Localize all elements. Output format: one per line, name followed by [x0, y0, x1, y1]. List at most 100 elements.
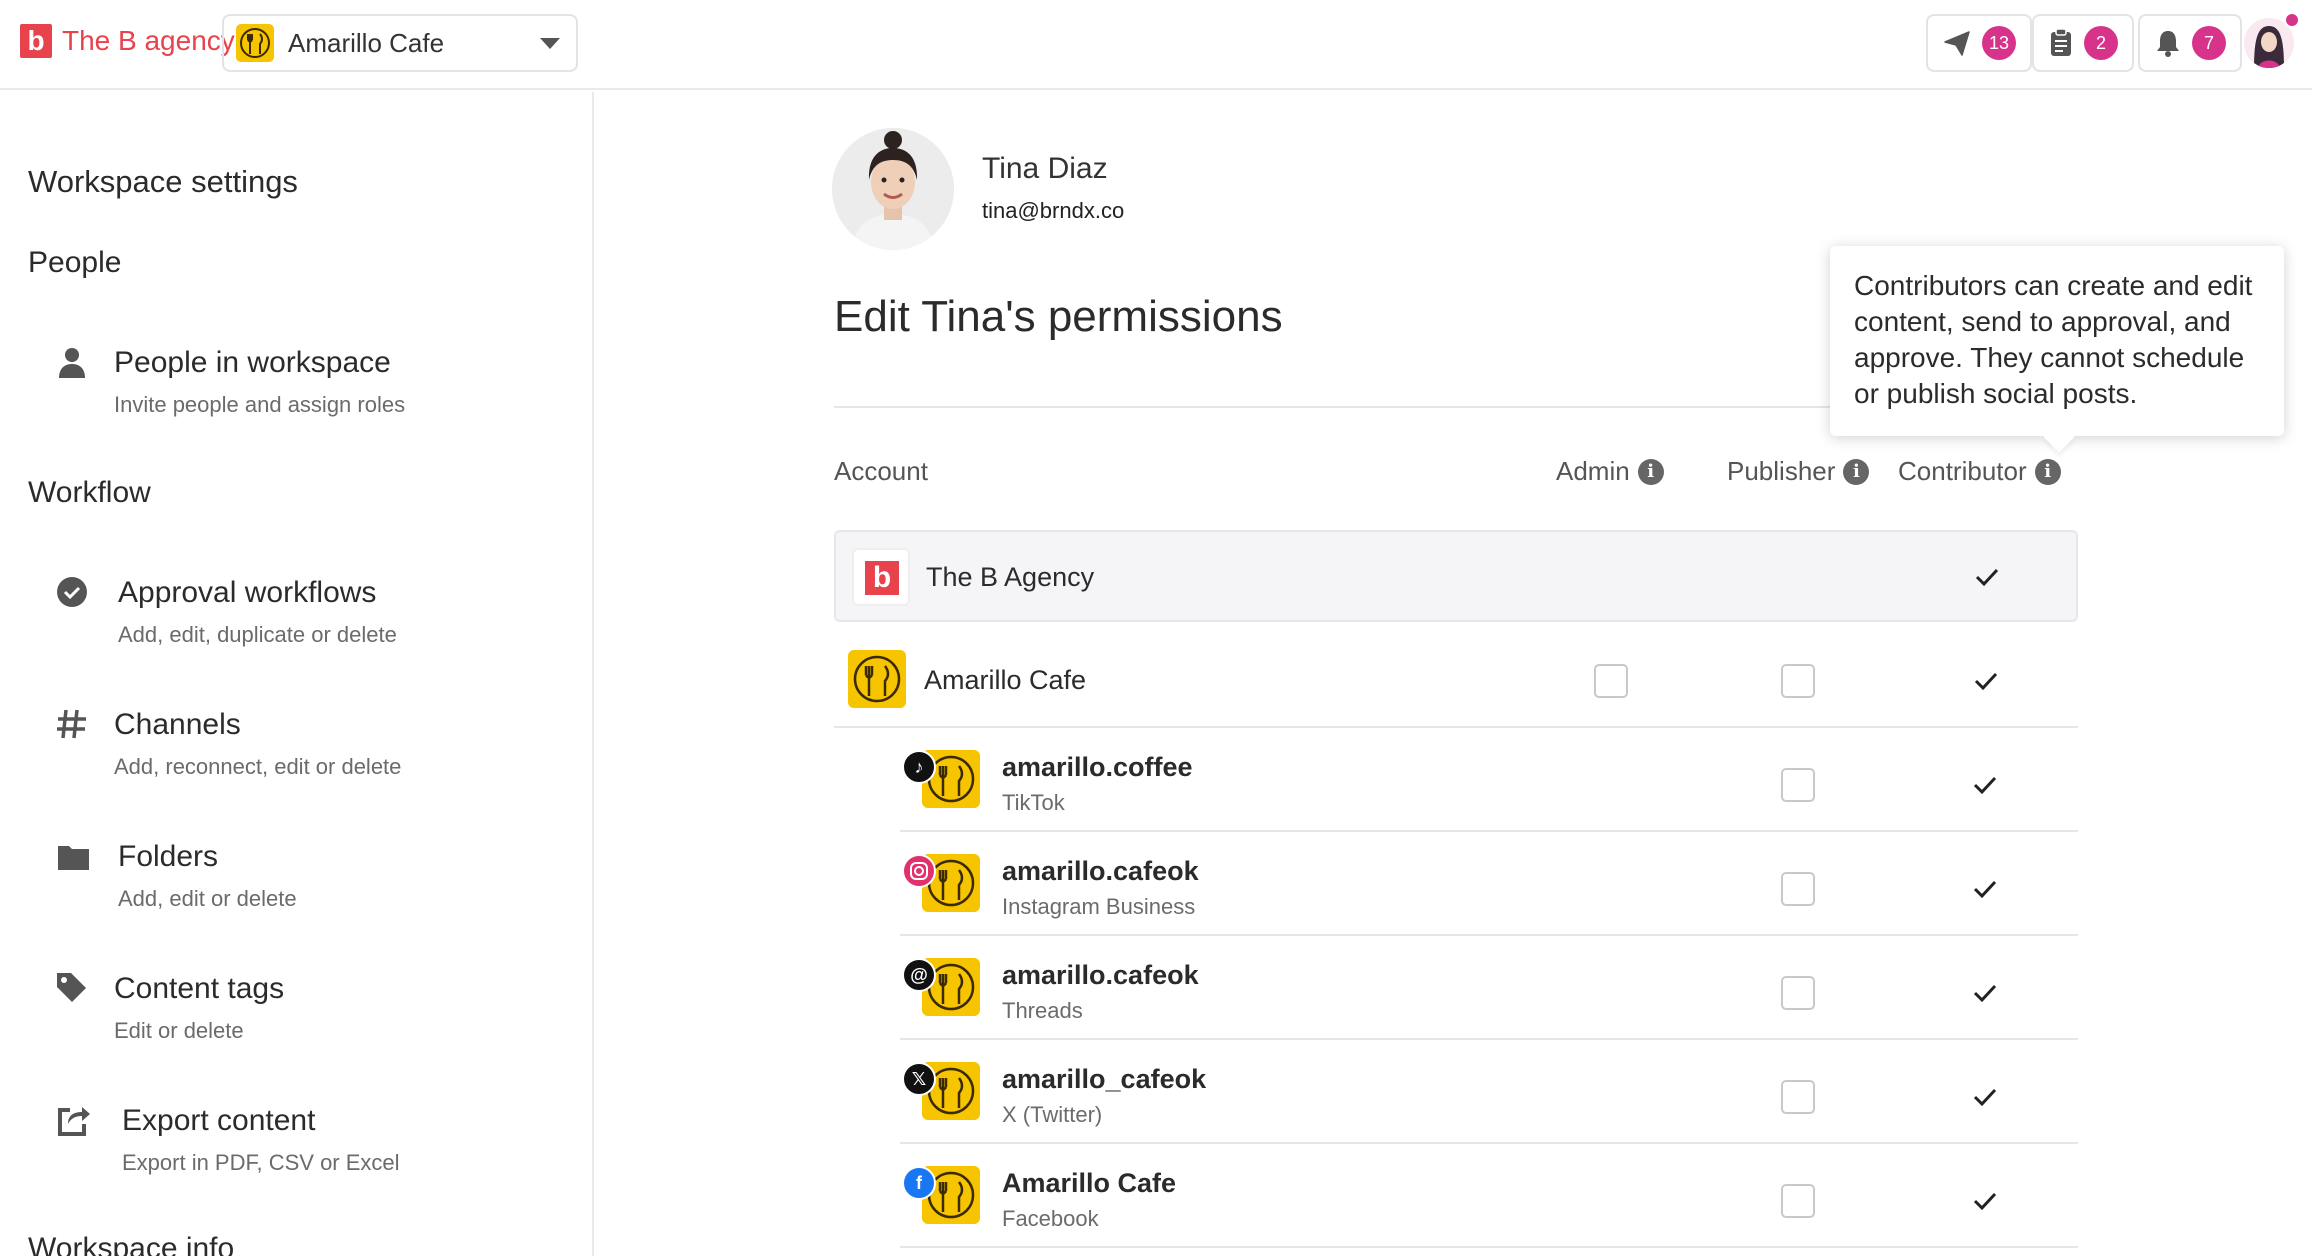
page-title: Edit Tina's permissions: [834, 292, 1283, 341]
contributor-check-icon[interactable]: [1970, 978, 2000, 1008]
profile-email: tina@brndx.co: [982, 198, 1125, 223]
admin-checkbox[interactable]: [1594, 664, 1628, 698]
sidebar-item-title: Approval workflows: [118, 576, 377, 609]
column-header-contributor: Contributor i: [1898, 456, 2061, 487]
tag-icon: [57, 973, 86, 1002]
cafe-logo-icon: [853, 655, 901, 703]
notifications-count-badge: 7: [2192, 26, 2226, 60]
publisher-checkbox[interactable]: [1781, 664, 1815, 698]
threads-icon: @: [902, 958, 936, 992]
sidebar-title: Workspace settings: [28, 164, 298, 199]
sidebar-item-subtitle: Add, edit or delete: [118, 886, 297, 911]
profile-avatar: [832, 128, 954, 250]
publisher-checkbox[interactable]: [1781, 976, 1815, 1010]
workspace-name: Amarillo Cafe: [288, 27, 445, 58]
cafe-logo-icon: [236, 24, 274, 62]
bell-icon: [2157, 31, 2179, 57]
account-network: X (Twitter): [1002, 1102, 1103, 1127]
account-network: Instagram Business: [1002, 894, 1196, 919]
agency-row-name: The B Agency: [926, 562, 1095, 592]
sidebar-section-workflow: Workflow: [28, 476, 151, 509]
sidebar-item-title: Export content: [122, 1104, 316, 1137]
column-header-publisher: Publisher i: [1727, 456, 1870, 487]
column-header-contributor-label: Contributor: [1898, 456, 2027, 486]
account-row: amarillo.cafeok Instagram Business: [900, 832, 2078, 936]
account-name: amarillo_cafeok: [1002, 1064, 1207, 1094]
account-row: @ amarillo.cafeok Threads: [900, 936, 2078, 1040]
instagram-icon: [902, 854, 936, 888]
sidebar-item-approval-workflows[interactable]: Approval workflows Add, edit, duplicate …: [0, 566, 592, 666]
sidebar-item-subtitle: Invite people and assign roles: [114, 392, 406, 417]
clipboard-icon: [2051, 28, 2071, 56]
send-count-badge: 13: [1982, 26, 2016, 60]
sidebar-item-subtitle: Edit or delete: [114, 1018, 244, 1043]
settings-sidebar: Workspace settings People People in work…: [0, 92, 594, 1256]
workspace-row-name: Amarillo Cafe: [924, 665, 1087, 695]
send-button[interactable]: 13: [1926, 14, 2032, 72]
account-row: f Amarillo Cafe Facebook: [900, 1144, 2078, 1248]
sidebar-item-people-in-workspace[interactable]: People in workspace Invite people and as…: [0, 336, 592, 436]
instagram-glyph: [910, 862, 928, 880]
contributor-check-icon[interactable]: [1971, 666, 2001, 696]
sidebar-item-title: Channels: [114, 708, 241, 741]
user-status-dot: [2284, 12, 2300, 28]
publisher-info-icon[interactable]: i: [1843, 458, 1870, 485]
agency-logo-mark: b: [20, 24, 52, 58]
export-icon: [58, 1107, 90, 1136]
paper-plane-icon: [1944, 31, 1970, 56]
account-network: Threads: [1002, 998, 1083, 1023]
hash-icon: [57, 709, 86, 739]
column-header-admin: Admin i: [1556, 456, 1664, 487]
account-row: 𝕏 amarillo_cafeok X (Twitter): [900, 1040, 2078, 1144]
agency-logo[interactable]: b The B agency: [20, 24, 235, 58]
sidebar-item-title: People in workspace: [114, 346, 391, 379]
workspace-selector[interactable]: Amarillo Cafe: [222, 14, 578, 72]
contributor-tooltip: Contributors can create and edit content…: [1830, 246, 2284, 436]
agency-row-logo: b: [852, 548, 910, 606]
workspace-row-logo: [848, 650, 906, 708]
sidebar-item-channels[interactable]: Channels Add, reconnect, edit or delete: [0, 698, 592, 798]
column-header-admin-label: Admin: [1556, 456, 1630, 486]
agency-row: b The B Agency: [834, 530, 2078, 622]
chevron-down-icon: [540, 38, 560, 49]
sidebar-item-subtitle: Add, edit, duplicate or delete: [118, 622, 397, 647]
notifications-button[interactable]: 7: [2138, 14, 2242, 72]
workspace-row: Amarillo Cafe: [834, 624, 2078, 728]
check-circle-icon: [57, 577, 87, 607]
tiktok-icon: ♪: [902, 750, 936, 784]
account-name: amarillo.coffee: [1002, 752, 1193, 782]
account-name: Amarillo Cafe: [1002, 1168, 1177, 1198]
top-bar: b The B agency Amarillo Cafe 13 2 7: [0, 0, 2312, 90]
column-header-account: Account: [834, 456, 928, 487]
tasks-button[interactable]: 2: [2032, 14, 2134, 72]
publisher-checkbox[interactable]: [1781, 1184, 1815, 1218]
column-header-account-label: Account: [834, 456, 928, 486]
admin-info-icon[interactable]: i: [1637, 458, 1664, 485]
contributor-info-icon[interactable]: i: [2034, 458, 2061, 485]
profile-name: Tina Diaz: [982, 152, 1108, 185]
contributor-check-icon[interactable]: [1970, 1186, 2000, 1216]
sidebar-item-export-content[interactable]: Export content Export in PDF, CSV or Exc…: [0, 1094, 592, 1194]
agency-logo-text: The B agency: [62, 25, 235, 56]
account-network: Facebook: [1002, 1206, 1099, 1231]
folder-icon: [58, 846, 89, 870]
contributor-check-icon[interactable]: [1970, 1082, 2000, 1112]
agency-row-logo-mark: b: [865, 561, 899, 595]
profile-photo-image: [832, 128, 954, 250]
contributor-check-icon[interactable]: [1970, 770, 2000, 800]
contributor-check-icon[interactable]: [1970, 874, 2000, 904]
contributor-check-icon[interactable]: [1972, 562, 2002, 592]
sidebar-item-content-tags[interactable]: Content tags Edit or delete: [0, 962, 592, 1062]
publisher-checkbox[interactable]: [1781, 872, 1815, 906]
sidebar-item-title: Folders: [118, 840, 219, 873]
publisher-checkbox[interactable]: [1781, 768, 1815, 802]
x-icon: 𝕏: [902, 1062, 936, 1096]
sidebar-item-subtitle: Add, reconnect, edit or delete: [114, 754, 402, 779]
person-icon: [59, 348, 85, 378]
sidebar-section-people: People: [28, 246, 122, 279]
sidebar-item-folders[interactable]: Folders Add, edit or delete: [0, 830, 592, 930]
account-network: TikTok: [1002, 790, 1065, 815]
publisher-checkbox[interactable]: [1781, 1080, 1815, 1114]
sidebar-item-title: Content tags: [114, 972, 285, 1005]
account-name: amarillo.cafeok: [1002, 856, 1199, 886]
